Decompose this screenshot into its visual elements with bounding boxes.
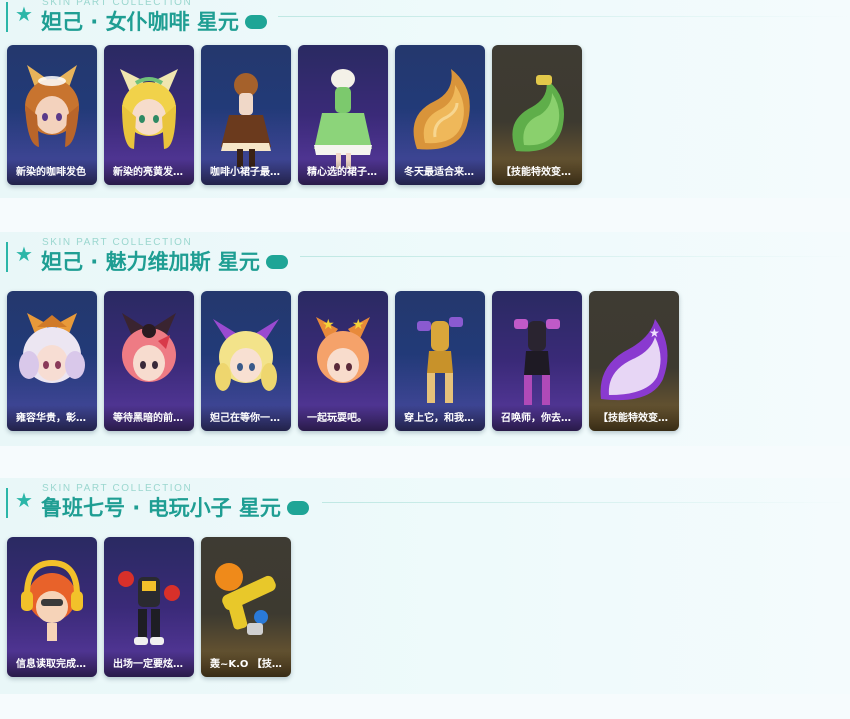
star-icon: ★: [15, 2, 33, 26]
collection-badge-icon: [244, 15, 267, 29]
card-caption: 【技能特效变化...: [492, 159, 582, 185]
skin-part-card[interactable]: 新染的咖啡发色: [7, 45, 97, 185]
skin-part-card[interactable]: 【技能特效变化...: [492, 45, 582, 185]
skin-collection-section-2: ★ SKIN PART COLLECTION 妲己 · 魅力维加斯 星元 雍容华…: [0, 232, 850, 446]
section-title: 妲己 · 魅力维加斯 星元: [41, 249, 288, 275]
skin-collection-section-3: ★ SKIN PART COLLECTION 鲁班七号 · 电玩小子 星元 信息…: [0, 478, 850, 694]
skin-part-card[interactable]: ★ ★ 一起玩耍吧。: [298, 291, 388, 431]
card-caption: 信息读取完成，...: [7, 651, 97, 677]
skin-part-card[interactable]: 妲己在等你一起...: [201, 291, 291, 431]
skin-part-card[interactable]: 咖啡小裙子最适...: [201, 45, 291, 185]
skin-part-card[interactable]: 出场一定要炫酷...: [104, 537, 194, 677]
skin-part-card[interactable]: 冬天最适合来杯...: [395, 45, 485, 185]
card-caption: 召唤师，你去爱...: [492, 405, 582, 431]
svg-text:★: ★: [322, 317, 335, 333]
card-caption: 等待黑暗的前一...: [104, 405, 194, 431]
svg-text:★: ★: [649, 326, 660, 340]
skin-part-card[interactable]: 雍容华贵，彰显...: [7, 291, 97, 431]
card-caption: 新染的亮黄发色...: [104, 159, 194, 185]
divider-line: [300, 256, 850, 257]
card-caption: 穿上它，和我一...: [395, 405, 485, 431]
card-caption: 新染的咖啡发色: [7, 159, 97, 185]
skin-part-card[interactable]: 精心选的裙子小...: [298, 45, 388, 185]
section-title: 妲己 · 女仆咖啡 星元: [41, 9, 267, 35]
section-title-text: 妲己 · 女仆咖啡 星元: [41, 10, 239, 34]
skin-part-card[interactable]: 信息读取完成，...: [7, 537, 97, 677]
card-caption: 咖啡小裙子最适...: [201, 159, 291, 185]
collection-badge-icon: [286, 501, 309, 515]
accent-bar: [6, 242, 8, 272]
section-header: ★ SKIN PART COLLECTION 妲己 · 女仆咖啡 星元: [0, 0, 850, 38]
card-caption: 冬天最适合来杯...: [395, 159, 485, 185]
section-title-text: 妲己 · 魅力维加斯 星元: [41, 250, 260, 274]
section-subtitle: SKIN PART COLLECTION: [42, 237, 193, 248]
section-title: 鲁班七号 · 电玩小子 星元: [41, 495, 309, 521]
card-caption: 出场一定要炫酷...: [104, 651, 194, 677]
svg-text:★: ★: [352, 317, 365, 333]
star-icon: ★: [15, 488, 33, 512]
card-caption: 妲己在等你一起...: [201, 405, 291, 431]
skin-part-card[interactable]: 穿上它，和我一...: [395, 291, 485, 431]
divider-line: [322, 502, 850, 503]
card-caption: 轰~K.O 【技能...: [201, 651, 291, 677]
card-caption: 【技能特效变化...: [589, 405, 679, 431]
divider-line: [278, 16, 850, 17]
star-icon: ★: [15, 242, 33, 266]
collection-badge-icon: [265, 255, 288, 269]
accent-bar: [6, 2, 8, 32]
card-caption: 一起玩耍吧。: [298, 405, 388, 431]
skin-collection-section-1: ★ SKIN PART COLLECTION 妲己 · 女仆咖啡 星元 新染的咖…: [0, 0, 850, 198]
section-header: ★ SKIN PART COLLECTION 妲己 · 魅力维加斯 星元: [0, 232, 850, 278]
card-caption: 精心选的裙子小...: [298, 159, 388, 185]
skin-part-card[interactable]: 新染的亮黄发色...: [104, 45, 194, 185]
section-subtitle: SKIN PART COLLECTION: [42, 0, 193, 8]
skin-part-card[interactable]: 召唤师，你去爱...: [492, 291, 582, 431]
skin-part-card[interactable]: 轰~K.O 【技能...: [201, 537, 291, 677]
skin-part-card[interactable]: ★ 【技能特效变化...: [589, 291, 679, 431]
accent-bar: [6, 488, 8, 518]
section-subtitle: SKIN PART COLLECTION: [42, 483, 193, 494]
skin-part-card[interactable]: 等待黑暗的前一...: [104, 291, 194, 431]
section-title-text: 鲁班七号 · 电玩小子 星元: [41, 496, 281, 520]
section-header: ★ SKIN PART COLLECTION 鲁班七号 · 电玩小子 星元: [0, 478, 850, 524]
card-caption: 雍容华贵，彰显...: [7, 405, 97, 431]
